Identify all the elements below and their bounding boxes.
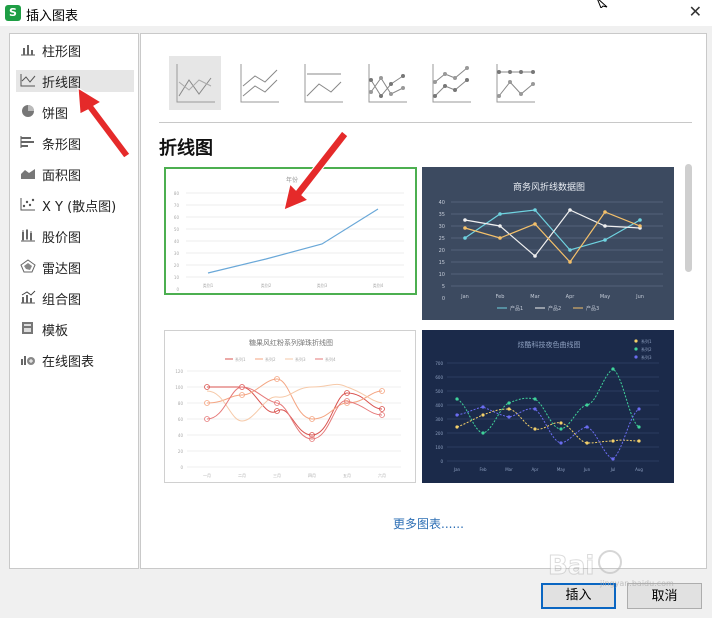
arrow-to-sidebar-line [77,86,131,159]
annotation-arrows [77,86,349,212]
arrow-to-first-template [283,130,349,212]
